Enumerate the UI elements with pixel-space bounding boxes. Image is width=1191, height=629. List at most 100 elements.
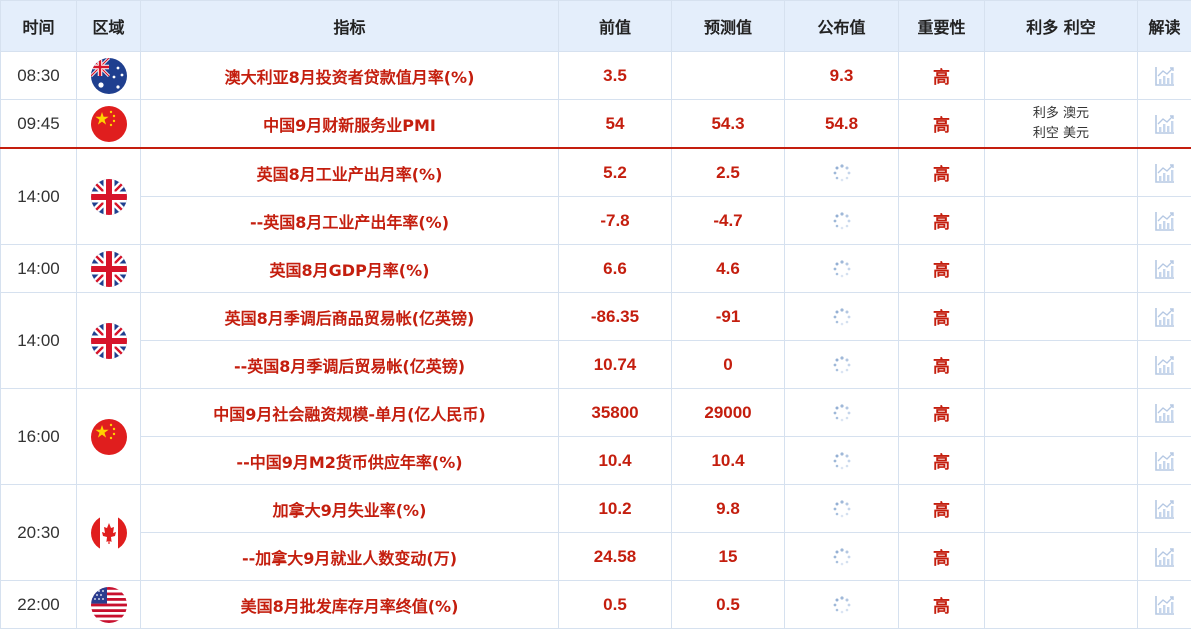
- importance-level: 高: [898, 99, 985, 149]
- impact-cell: [984, 532, 1138, 581]
- chart-analysis-icon[interactable]: [1153, 545, 1177, 569]
- header-previous: 前值: [558, 0, 672, 52]
- forecast-value: 29000: [671, 388, 785, 437]
- chart-analysis-icon[interactable]: [1153, 305, 1177, 329]
- time-cell: 14:00: [0, 292, 77, 389]
- analysis-cell: [1137, 292, 1191, 341]
- indicator-name[interactable]: 英国8月GDP月率(%): [140, 244, 559, 293]
- loading-spinner-icon: [832, 499, 852, 519]
- importance-level: 高: [898, 244, 985, 293]
- header-importance: 重要性: [898, 0, 985, 52]
- indicator-name[interactable]: --加拿大9月就业人数变动(万): [140, 532, 559, 581]
- chart-analysis-icon[interactable]: [1153, 209, 1177, 233]
- analysis-cell: [1137, 388, 1191, 437]
- loading-spinner-icon: [832, 355, 852, 375]
- indicator-name[interactable]: 英国8月工业产出月率(%): [140, 147, 559, 197]
- indicator-name[interactable]: --中国9月M2货币供应年率(%): [140, 436, 559, 485]
- indicator-name[interactable]: 美国8月批发库存月率终值(%): [140, 580, 559, 629]
- region-cell: [76, 580, 141, 629]
- table-row: 14:00 英国8月工业产出月率(%) 5.2 2.5 高: [0, 147, 1191, 245]
- table-row: 20:30 加拿大9月失业率(%) 10.2 9.8 高: [0, 484, 1191, 581]
- forecast-value: 54.3: [671, 99, 785, 149]
- indicator-name[interactable]: 中国9月社会融资规模-单月(亿人民币): [140, 388, 559, 437]
- impact-cell: [984, 580, 1138, 629]
- importance-level: 高: [898, 292, 985, 341]
- importance-level: 高: [898, 484, 985, 533]
- actual-value: [784, 532, 899, 581]
- table-row: 09:45 中国9月财新服务业PMI 54 54.3 54.8 高利多 澳元 利空 美元: [0, 99, 1191, 149]
- chart-analysis-icon[interactable]: [1153, 593, 1177, 617]
- actual-value: [784, 580, 899, 629]
- analysis-cell: [1137, 484, 1191, 533]
- importance-level: 高: [898, 436, 985, 485]
- impact-cell: [984, 436, 1138, 485]
- chart-analysis-icon[interactable]: [1153, 401, 1177, 425]
- loading-spinner-icon: [832, 307, 852, 327]
- previous-value: 5.2: [558, 147, 672, 197]
- actual-value: [784, 340, 899, 389]
- forecast-value: 9.8: [671, 484, 785, 533]
- analysis-cell: [1137, 340, 1191, 389]
- time-cell: 14:00: [0, 244, 77, 293]
- chart-analysis-icon[interactable]: [1153, 449, 1177, 473]
- table-row: 16:00 中国9月社会融资规模-单月(亿人民币) 35800 29000 高: [0, 388, 1191, 485]
- indicator-name[interactable]: 中国9月财新服务业PMI: [140, 99, 559, 149]
- actual-value: [784, 244, 899, 293]
- importance-level: 高: [898, 388, 985, 437]
- previous-value: 0.5: [558, 580, 672, 629]
- previous-value: -7.8: [558, 196, 672, 245]
- impact-line: 利空 美元: [1032, 125, 1090, 141]
- chart-analysis-icon[interactable]: [1153, 257, 1177, 281]
- chart-analysis-icon[interactable]: [1153, 497, 1177, 521]
- impact-cell: [984, 244, 1138, 293]
- indicator-name[interactable]: 英国8月季调后商品贸易帐(亿英镑): [140, 292, 559, 341]
- impact-cell: [984, 196, 1138, 245]
- indicator-name[interactable]: --英国8月工业产出年率(%): [140, 196, 559, 245]
- loading-spinner-icon: [832, 451, 852, 471]
- table-row: --中国9月M2货币供应年率(%) 10.4 10.4 高: [1, 436, 1191, 485]
- header-region: 区域: [76, 0, 141, 52]
- uk-flag-icon: [90, 250, 127, 287]
- economic-calendar-table: 时间 区域 指标 前值 预测值 公布值 重要性 利多 利空 解读 08:30 澳大…: [0, 0, 1191, 629]
- indicator-name[interactable]: --英国8月季调后贸易帐(亿英镑): [140, 340, 559, 389]
- header-forecast: 预测值: [671, 0, 785, 52]
- chart-analysis-icon[interactable]: [1153, 161, 1177, 185]
- importance-level: 高: [898, 532, 985, 581]
- actual-value: [784, 292, 899, 341]
- chart-analysis-icon[interactable]: [1153, 64, 1177, 88]
- forecast-value: 15: [671, 532, 785, 581]
- importance-level: 高: [898, 580, 985, 629]
- loading-spinner-icon: [832, 547, 852, 567]
- time-cell: 22:00: [0, 580, 77, 629]
- uk-flag-icon: [90, 178, 127, 215]
- table-row: 14:00 英国8月季调后商品贸易帐(亿英镑) -86.35 -91 高: [0, 292, 1191, 389]
- time-cell: 20:30: [0, 484, 77, 581]
- header-actual: 公布值: [784, 0, 899, 52]
- forecast-value: 0: [671, 340, 785, 389]
- previous-value: 3.5: [558, 51, 672, 100]
- actual-value: [784, 147, 899, 197]
- importance-level: 高: [898, 147, 985, 197]
- impact-cell: [984, 51, 1138, 100]
- impact-line: 利多 澳元: [1032, 105, 1090, 121]
- indicator-name[interactable]: 澳大利亚8月投资者贷款值月率(%): [140, 51, 559, 100]
- analysis-cell: [1137, 532, 1191, 581]
- chart-analysis-icon[interactable]: [1153, 353, 1177, 377]
- region-cell: [76, 388, 141, 485]
- analysis-cell: [1137, 51, 1191, 100]
- analysis-cell: [1137, 196, 1191, 245]
- impact-cell: [984, 388, 1138, 437]
- indicator-name[interactable]: 加拿大9月失业率(%): [140, 484, 559, 533]
- header-indicator: 指标: [140, 0, 559, 52]
- loading-spinner-icon: [832, 595, 852, 615]
- loading-spinner-icon: [832, 211, 852, 231]
- actual-value: 54.8: [784, 99, 899, 149]
- previous-value: 10.74: [558, 340, 672, 389]
- impact-cell: 利多 澳元利空 美元: [984, 99, 1138, 149]
- region-cell: [76, 292, 141, 389]
- loading-spinner-icon: [832, 163, 852, 183]
- time-cell: 09:45: [0, 99, 77, 149]
- loading-spinner-icon: [832, 403, 852, 423]
- chart-analysis-icon[interactable]: [1153, 112, 1177, 136]
- previous-value: 6.6: [558, 244, 672, 293]
